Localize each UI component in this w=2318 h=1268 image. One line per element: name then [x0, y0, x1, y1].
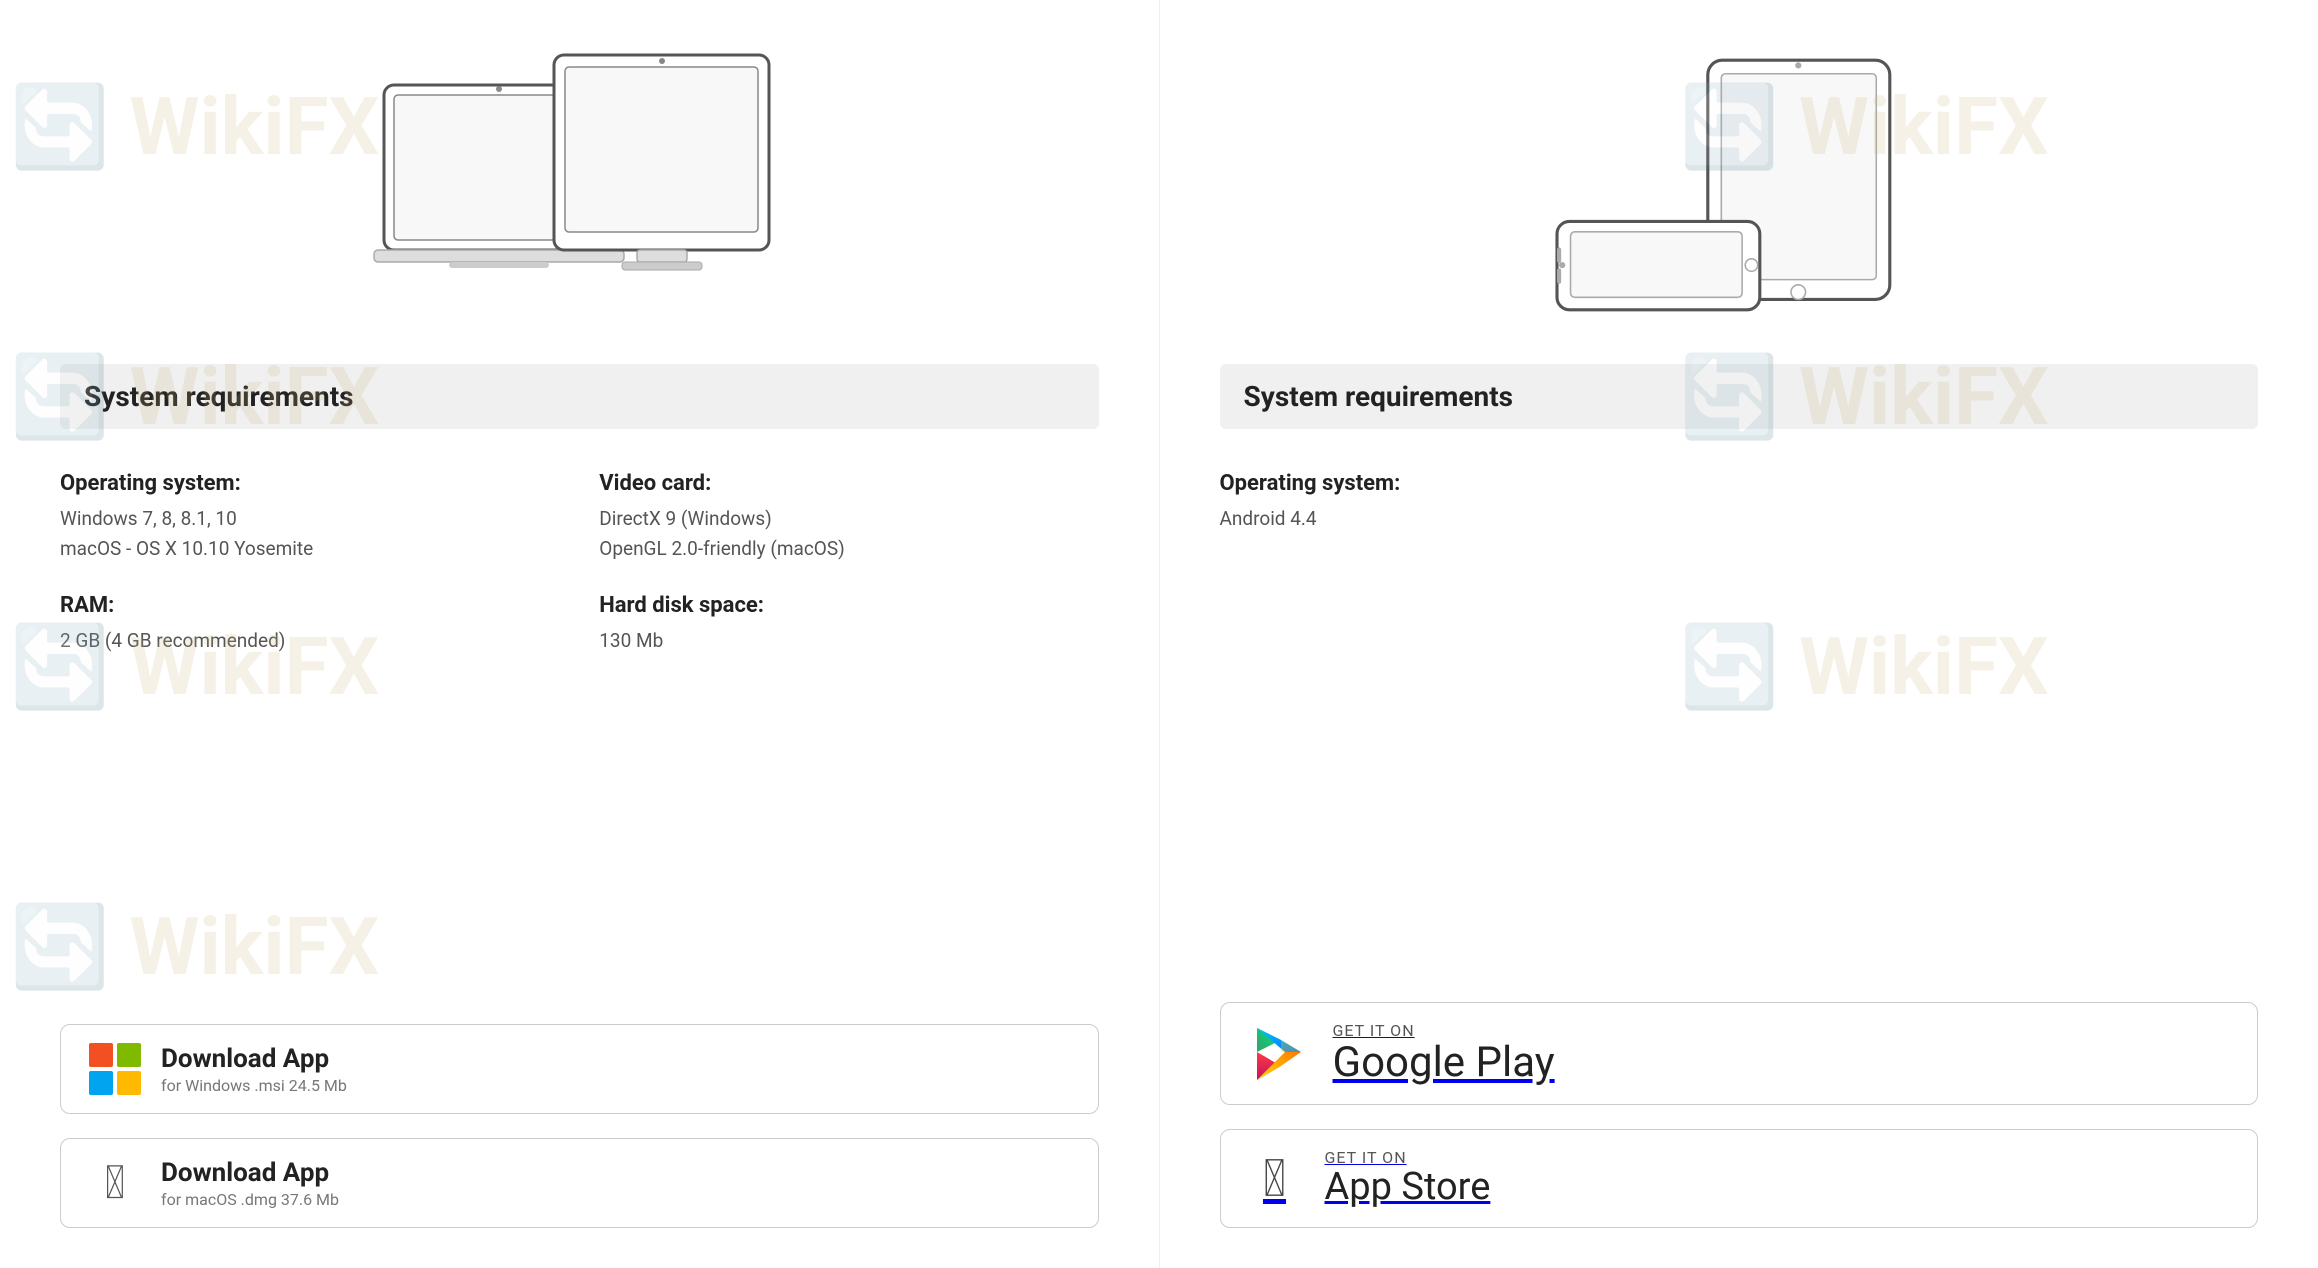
app-store-button[interactable]:  GET IT ON App Store [1220, 1129, 2259, 1228]
download-mac-button[interactable]:  Download App for macOS .dmg 37.6 Mb [60, 1138, 1099, 1228]
windows-btn-subtitle: for Windows .msi 24.5 Mb [161, 1076, 347, 1095]
app-store-label: App Store [1325, 1167, 1491, 1209]
sys-req-header-left: System requirements [60, 364, 1099, 429]
sys-req-header-right: System requirements [1220, 364, 2259, 429]
store-buttons-right: GET IT ON Google Play  GET IT ON App St… [1220, 994, 2259, 1228]
video-label: Video card: [599, 471, 1098, 496]
app-store-text: GET IT ON App Store [1325, 1148, 1491, 1209]
disk-group: Hard disk space: 130 Mb [599, 593, 1098, 656]
download-buttons-left: Download App for Windows .msi 24.5 Mb  … [60, 1016, 1099, 1228]
google-play-icon [1249, 1024, 1309, 1084]
disk-value: 130 Mb [599, 626, 1098, 656]
sys-req-title-left: System requirements [84, 380, 354, 413]
google-play-label: Google Play [1333, 1040, 1555, 1086]
right-panel: 🔄 WikiFX 🔄 WikiFX 🔄 WikiFX [1160, 0, 2318, 1268]
ram-group: RAM: 2 GB (4 GB recommended) [60, 593, 559, 656]
google-play-button[interactable]: GET IT ON Google Play [1220, 1002, 2259, 1105]
apple-icon-right:  [1249, 1153, 1301, 1205]
ram-label: RAM: [60, 593, 559, 618]
disk-label: Hard disk space: [599, 593, 1098, 618]
windows-icon [89, 1043, 141, 1095]
download-windows-button[interactable]: Download App for Windows .msi 24.5 Mb [60, 1024, 1099, 1114]
os-label-right: Operating system: [1220, 471, 1719, 496]
video-group: Video card: DirectX 9 (Windows)OpenGL 2.… [599, 471, 1098, 565]
os-label: Operating system: [60, 471, 559, 496]
desktop-device-illustration [60, 40, 1099, 330]
os-group-right: Operating system: Android 4.4 [1220, 471, 1719, 534]
video-values: DirectX 9 (Windows)OpenGL 2.0-friendly (… [599, 504, 1098, 565]
windows-btn-text: Download App for Windows .msi 24.5 Mb [161, 1044, 347, 1095]
requirements-grid-right: Operating system: Android 4.4 [1220, 461, 2259, 544]
requirements-grid-left: Operating system: Windows 7, 8, 8.1, 10m… [60, 461, 1099, 666]
google-play-text: GET IT ON Google Play [1333, 1021, 1555, 1086]
left-panel: 🔄 WikiFX 🔄 WikiFX 🔄 WikiFX 🔄 WikiFX [0, 0, 1160, 1268]
os-values: Windows 7, 8, 8.1, 10macOS - OS X 10.10 … [60, 504, 559, 565]
os-value-right: Android 4.4 [1220, 504, 1719, 534]
mac-btn-subtitle: for macOS .dmg 37.6 Mb [161, 1190, 339, 1209]
windows-btn-title: Download App [161, 1044, 347, 1074]
os-group: Operating system: Windows 7, 8, 8.1, 10m… [60, 471, 559, 565]
mobile-device-illustration [1220, 40, 2259, 330]
mac-btn-text: Download App for macOS .dmg 37.6 Mb [161, 1158, 339, 1209]
mac-btn-title: Download App [161, 1158, 339, 1188]
ram-value: 2 GB (4 GB recommended) [60, 626, 559, 656]
sys-req-title-right: System requirements [1244, 380, 1514, 413]
apple-icon-left:  [89, 1157, 141, 1209]
